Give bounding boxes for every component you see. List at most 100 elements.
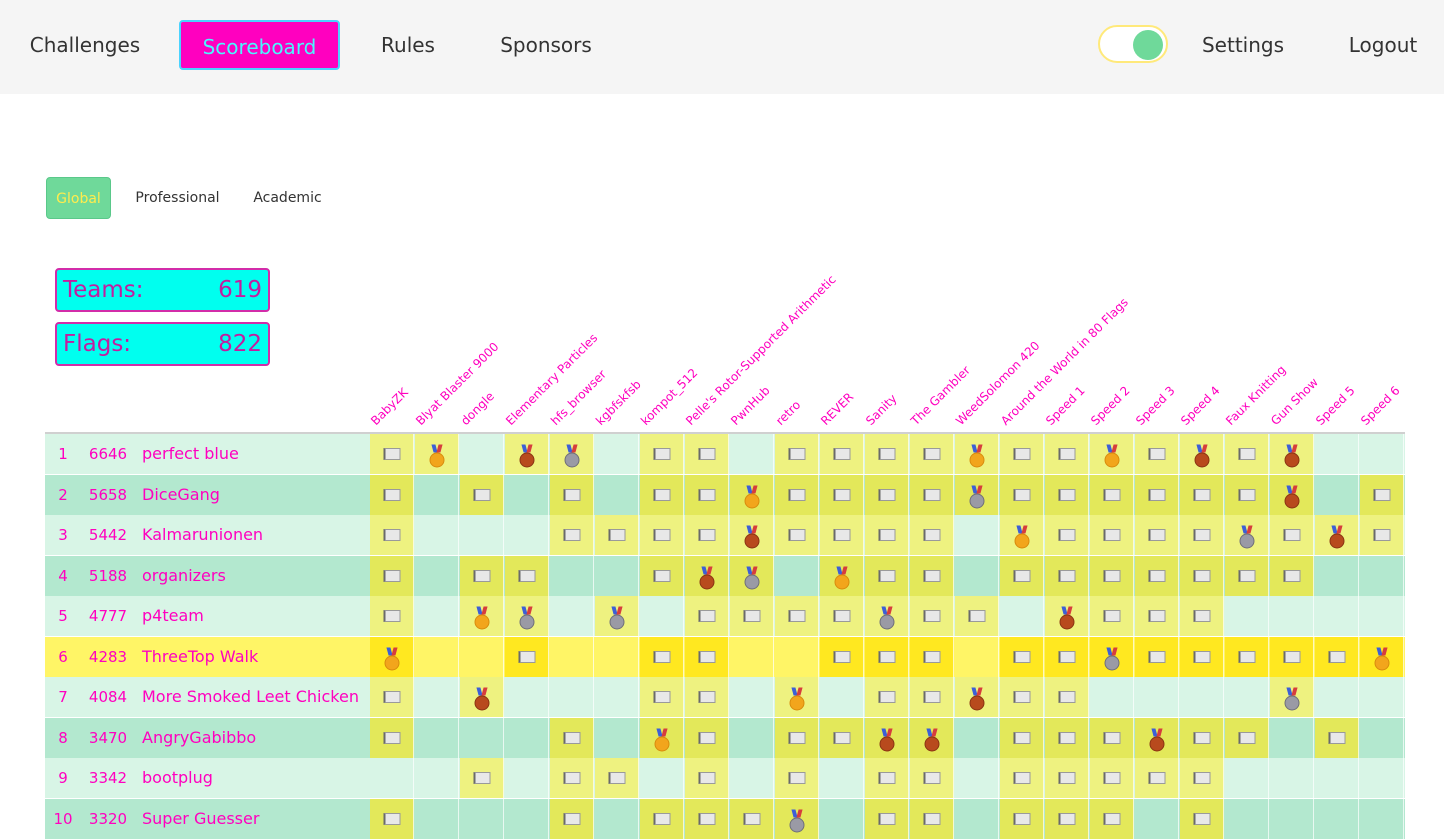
flag-icon — [563, 488, 580, 501]
tab-academic[interactable]: Academic — [245, 177, 330, 219]
flag-icon — [563, 731, 580, 744]
flag-icon — [923, 772, 940, 784]
solve-cell — [730, 636, 774, 677]
solve-cell — [1090, 798, 1134, 839]
flag-icon — [788, 488, 805, 501]
solve-cell — [1045, 798, 1089, 839]
solve-cell — [1315, 758, 1359, 798]
flag-icon — [608, 529, 625, 541]
solve-cell — [370, 758, 414, 798]
theme-toggle[interactable] — [1098, 25, 1168, 63]
solve-cell — [1360, 434, 1404, 474]
challenge-header[interactable]: Speed 5 — [1313, 383, 1358, 428]
challenge-header[interactable]: REVER — [818, 390, 856, 428]
solve-cell — [415, 555, 459, 596]
solve-cell — [370, 434, 414, 474]
challenge-header[interactable]: Blyat Blaster 9000 — [413, 340, 501, 428]
solve-cell — [865, 474, 909, 515]
team-name[interactable]: perfect blue — [142, 434, 239, 474]
solve-cell — [685, 798, 729, 839]
tab-global[interactable]: Global — [46, 177, 111, 219]
team-name[interactable]: ThreeTop Walk — [142, 637, 258, 677]
challenge-header[interactable]: Speed 1 — [1043, 383, 1088, 428]
solve-cell — [1225, 636, 1269, 677]
solve-cell — [595, 474, 639, 515]
challenge-header[interactable]: Speed 3 — [1133, 383, 1178, 428]
solve-cell — [640, 515, 684, 555]
bronze-medal-icon — [1194, 452, 1209, 468]
challenge-header[interactable]: dongle — [458, 389, 497, 428]
flag-icon — [653, 650, 670, 663]
flag-icon — [1328, 650, 1345, 663]
flag-icon — [1013, 691, 1030, 703]
team-name[interactable]: DiceGang — [142, 475, 220, 515]
silver-medal-icon — [789, 817, 804, 832]
solve-cell — [1135, 636, 1179, 677]
flag-icon — [1193, 610, 1210, 622]
solve-cell — [1135, 474, 1179, 515]
challenge-header[interactable]: PwnHub — [728, 384, 772, 428]
solve-cell — [730, 798, 774, 839]
challenge-header[interactable]: Speed 6 — [1358, 383, 1403, 428]
solve-cell — [550, 515, 594, 555]
team-rank: 1 — [58, 445, 68, 463]
team-score: 3470 — [88, 728, 128, 747]
gold-medal-icon — [744, 493, 759, 508]
solve-cell — [1000, 677, 1044, 717]
solve-cell — [685, 474, 729, 515]
solve-cell — [595, 717, 639, 758]
solve-cell — [1180, 596, 1224, 636]
team-score: 5442 — [88, 526, 128, 544]
team-name[interactable]: p4team — [142, 596, 204, 636]
challenge-header[interactable]: BabyZK — [368, 385, 411, 428]
tab-professional[interactable]: Professional — [125, 177, 230, 219]
solve-cell — [1225, 798, 1269, 839]
team-name[interactable]: organizers — [142, 556, 226, 596]
nav-sponsors[interactable]: Sponsors — [490, 20, 602, 70]
solve-cell — [910, 515, 954, 555]
challenge-header[interactable]: Speed 2 — [1088, 383, 1133, 428]
flag-icon — [608, 772, 625, 784]
flag-icon — [1013, 812, 1030, 825]
flag-icon — [563, 812, 580, 825]
flag-icon — [833, 529, 850, 541]
team-name[interactable]: More Smoked Leet Chicken — [142, 677, 359, 717]
solve-cell — [1000, 596, 1044, 636]
solve-cell — [1045, 677, 1089, 717]
team-score: 3342 — [88, 769, 128, 787]
solve-cell — [685, 677, 729, 717]
challenge-header[interactable]: retro — [773, 398, 803, 428]
solve-cell — [595, 798, 639, 839]
nav-scoreboard[interactable]: Scoreboard — [179, 20, 340, 70]
gold-medal-icon — [429, 452, 444, 468]
flag-icon — [1148, 569, 1165, 582]
flag-icon — [923, 812, 940, 825]
flag-icon — [653, 691, 670, 703]
solve-cell — [685, 636, 729, 677]
solve-cell — [1135, 677, 1179, 717]
nav-challenges[interactable]: Challenges — [20, 20, 150, 70]
solve-cell — [865, 798, 909, 839]
challenge-header[interactable]: WeedSolomon 420 — [953, 339, 1042, 428]
nav-settings[interactable]: Settings — [1193, 20, 1293, 70]
flag-icon — [653, 812, 670, 825]
nav-logout[interactable]: Logout — [1340, 20, 1426, 70]
team-name[interactable]: Kalmarunionen — [142, 515, 263, 555]
gold-medal-icon — [474, 614, 489, 630]
solve-cell — [1270, 596, 1314, 636]
solve-cell — [910, 555, 954, 596]
flag-icon — [518, 569, 535, 582]
flag-icon — [1283, 529, 1300, 541]
flag-icon — [698, 488, 715, 501]
challenge-header[interactable]: Speed 4 — [1178, 383, 1223, 428]
challenge-header[interactable]: Sanity — [863, 391, 900, 428]
team-name[interactable]: AngryGabibbo — [142, 718, 256, 758]
solve-cell — [415, 596, 459, 636]
solve-cell — [1000, 555, 1044, 596]
flag-icon — [1238, 731, 1255, 744]
team-name[interactable]: bootplug — [142, 758, 213, 798]
silver-medal-icon — [1104, 655, 1119, 670]
team-name[interactable]: Super Guesser — [142, 799, 259, 839]
nav-rules[interactable]: Rules — [368, 20, 448, 70]
flag-icon — [383, 610, 400, 622]
